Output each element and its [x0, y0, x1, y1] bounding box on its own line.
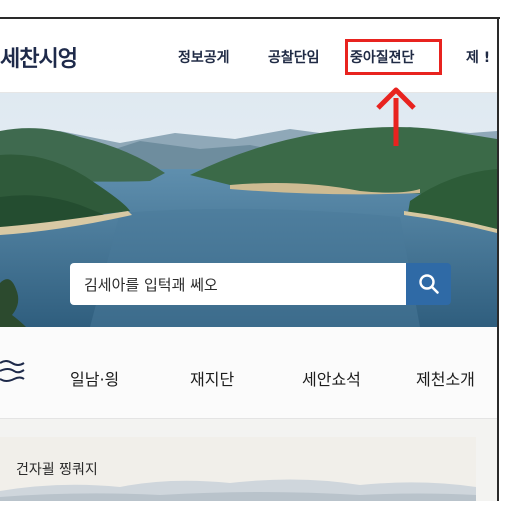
site-logo[interactable]: 세찬시엉	[0, 41, 78, 73]
search-icon	[418, 274, 439, 294]
news-card[interactable]: 건자괼 찡쿼지	[0, 437, 476, 501]
page-frame: 세찬시엉 정보공게 공찰단임 중아질젼단 제 ! 김세아를 입턱괘 쎄오 일남·…	[0, 0, 512, 512]
nav-item-info[interactable]: 정보공게	[178, 47, 230, 67]
site-header: 세찬시엉 정보공게 공찰단임 중아질젼단 제 !	[0, 19, 497, 93]
window-border-right	[497, 17, 499, 501]
menu-waves-icon[interactable]	[0, 357, 26, 387]
search-input[interactable]: 김세아를 입턱괘 쎄오	[70, 263, 406, 305]
quick-item-1[interactable]: 일남·읭	[70, 366, 119, 390]
news-section: 건자괼 찡쿼지	[0, 419, 497, 501]
news-title: 건자괼 찡쿼지	[16, 462, 98, 478]
annotation-highlight-box	[345, 39, 442, 75]
nav-item-more[interactable]: 제 !	[466, 47, 490, 67]
quick-item-2[interactable]: 재지단	[190, 366, 234, 390]
quick-menu: 일남·읭 재지단 세안쇼석 제천소개	[0, 327, 497, 419]
search-button[interactable]	[406, 263, 451, 305]
quick-item-4[interactable]: 제천소개	[416, 366, 475, 390]
quick-item-3[interactable]: 세안쇼석	[302, 366, 361, 390]
hero-banner: 김세아를 입턱괘 쎄오	[0, 93, 497, 327]
nav-item-participation[interactable]: 공찰단임	[268, 47, 320, 67]
annotation-arrow-icon	[376, 87, 416, 146]
